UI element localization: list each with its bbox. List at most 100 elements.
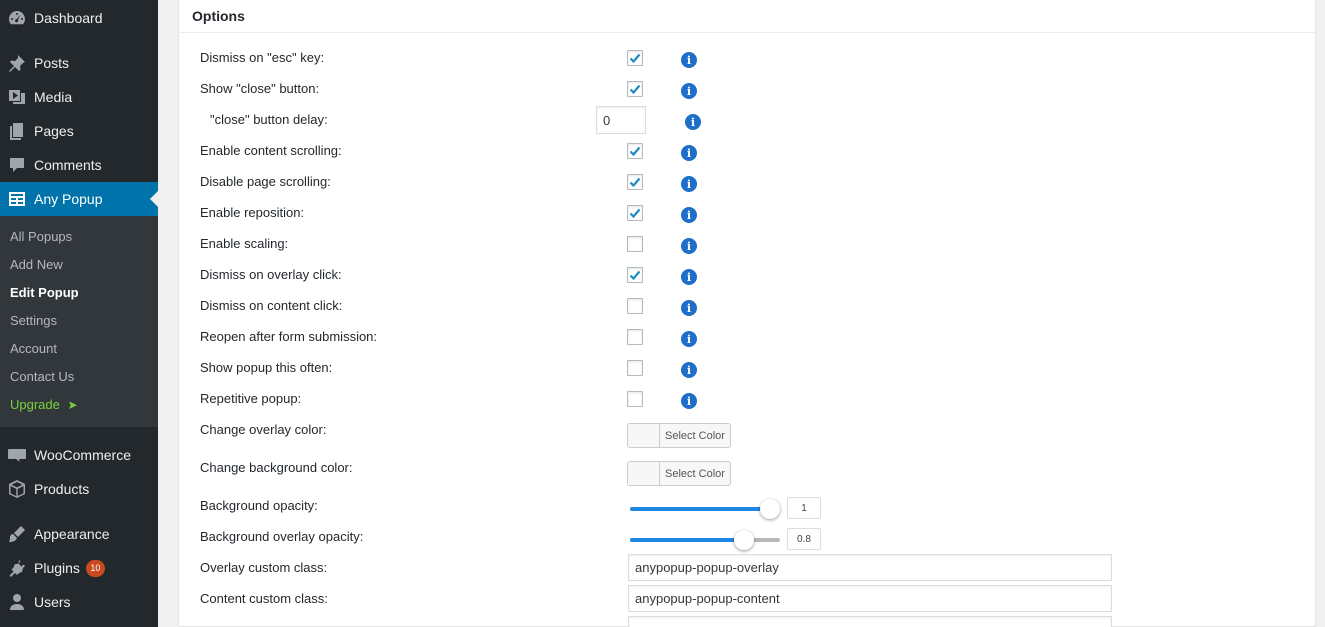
menu-label: WooCommerce — [34, 447, 131, 463]
option-label: Dismiss on "esc" key: — [200, 50, 325, 65]
info-icon[interactable]: i — [685, 114, 701, 130]
info-icon[interactable]: i — [681, 176, 697, 192]
brush-icon — [7, 524, 27, 544]
arrow-right-icon: ➤ — [67, 398, 78, 412]
option-label: Disable page scrolling: — [200, 174, 331, 189]
menu-label: Products — [34, 481, 90, 497]
overlay-color-button[interactable]: Select Color — [627, 423, 731, 448]
checkmark-icon — [629, 146, 641, 157]
overlay-color-label: Change overlay color: — [200, 422, 327, 437]
option-checkbox[interactable] — [627, 391, 643, 407]
menu-media[interactable]: Media — [0, 80, 158, 114]
close-delay-label: "close" button delay: — [210, 112, 328, 127]
pin-icon — [7, 53, 27, 73]
overlay-opacity-slider[interactable] — [630, 530, 780, 550]
option-label: Dismiss on overlay click: — [200, 267, 342, 282]
submenu-contact-us[interactable]: Contact Us — [10, 368, 74, 386]
menu-label: Comments — [34, 157, 102, 173]
option-checkbox[interactable] — [627, 81, 643, 97]
bg-opacity-value[interactable]: 1 — [787, 497, 821, 519]
info-icon[interactable]: i — [681, 331, 697, 347]
select-color-label: Select Color — [665, 429, 725, 442]
option-label: Show "close" button: — [200, 81, 320, 96]
close-delay-input[interactable]: 0 — [596, 106, 646, 134]
table-icon — [7, 189, 27, 209]
info-icon[interactable]: i — [681, 238, 697, 254]
info-icon[interactable]: i — [681, 300, 697, 316]
menu-label: Dashboard — [34, 10, 103, 26]
option-checkbox[interactable] — [627, 329, 643, 345]
content-class-value: anypopup-popup-content — [635, 591, 780, 606]
option-label: Reopen after form submission: — [200, 329, 378, 344]
overlay-class-value: anypopup-popup-overlay — [635, 560, 779, 575]
slider-handle[interactable] — [760, 499, 780, 519]
submenu-settings[interactable]: Settings — [10, 312, 57, 330]
color-swatch — [628, 462, 660, 485]
option-checkbox[interactable] — [627, 174, 643, 190]
option-label: Dismiss on content click: — [200, 298, 343, 313]
checkmark-icon — [629, 270, 641, 281]
info-icon[interactable]: i — [681, 145, 697, 161]
option-checkbox[interactable] — [627, 205, 643, 221]
menu-posts[interactable]: Posts — [0, 46, 158, 80]
info-icon[interactable]: i — [681, 269, 697, 285]
option-checkbox[interactable] — [627, 267, 643, 283]
option-label: Enable reposition: — [200, 205, 305, 220]
overlay-opacity-label: Background overlay opacity: — [200, 529, 364, 544]
submenu-edit-popup[interactable]: Edit Popup — [10, 284, 79, 302]
box-icon — [7, 479, 27, 499]
option-checkbox[interactable] — [627, 50, 643, 66]
bg-opacity-slider[interactable] — [630, 499, 780, 519]
menu-appearance[interactable]: Appearance — [0, 517, 158, 551]
panel-title: Options — [192, 8, 245, 24]
menu-label: Pages — [34, 123, 74, 139]
option-checkbox[interactable] — [627, 360, 643, 376]
menu-plugins[interactable]: Plugins 10 — [0, 551, 158, 585]
menu-label: Media — [34, 89, 73, 105]
info-icon[interactable]: i — [681, 83, 697, 99]
slider-handle[interactable] — [734, 530, 754, 550]
menu-dashboard[interactable]: Dashboard — [0, 1, 158, 35]
info-icon[interactable]: i — [681, 207, 697, 223]
background-color-label: Change background color: — [200, 460, 353, 475]
menu-any-popup[interactable]: Any Popup — [0, 182, 158, 216]
overlay-opacity-value[interactable]: 0.8 — [787, 528, 821, 550]
bg-opacity-label: Background opacity: — [200, 498, 318, 513]
menu-label: Plugins — [34, 560, 80, 576]
menu-woocommerce[interactable]: WooCommerce — [0, 438, 158, 472]
info-icon[interactable]: i — [681, 362, 697, 378]
content-class-label: Content custom class: — [200, 591, 328, 606]
plugin-icon — [7, 558, 27, 578]
submenu-all-popups[interactable]: All Popups — [10, 228, 72, 246]
overlay-class-input[interactable]: anypopup-popup-overlay — [628, 554, 1112, 581]
menu-label: Any Popup — [34, 191, 103, 207]
option-checkbox[interactable] — [627, 298, 643, 314]
content-class-input[interactable]: anypopup-popup-content — [628, 585, 1112, 612]
background-color-button[interactable]: Select Color — [627, 461, 731, 486]
update-count-badge: 10 — [85, 559, 105, 577]
color-swatch — [628, 424, 660, 447]
checkmark-icon — [629, 84, 641, 95]
info-icon[interactable]: i — [681, 52, 697, 68]
options-panel: Options Dismiss on "esc" key: i Show "clos… — [178, 0, 1316, 627]
submenu-upgrade[interactable]: Upgrade ➤ — [10, 396, 78, 414]
slider-fill — [630, 538, 744, 542]
select-color-label: Select Color — [665, 467, 725, 480]
option-checkbox[interactable] — [627, 236, 643, 252]
option-label: Repetitive popup: — [200, 391, 302, 406]
menu-pages[interactable]: Pages — [0, 114, 158, 148]
admin-sidebar: Dashboard Posts Media Pages Comments Any… — [0, 0, 158, 627]
any-popup-submenu: All Popups Add New Edit Popup Settings A… — [0, 216, 158, 427]
submenu-add-new[interactable]: Add New — [10, 256, 63, 274]
menu-comments[interactable]: Comments — [0, 148, 158, 182]
checkmark-icon — [629, 53, 641, 64]
checkmark-icon — [629, 208, 641, 219]
info-icon[interactable]: i — [681, 393, 697, 409]
menu-products[interactable]: Products — [0, 472, 158, 506]
menu-users[interactable]: Users — [0, 585, 158, 619]
option-checkbox[interactable] — [627, 143, 643, 159]
media-icon — [7, 87, 27, 107]
woo-icon — [7, 445, 27, 465]
submenu-account[interactable]: Account — [10, 340, 57, 358]
next-field-input[interactable] — [628, 616, 1112, 627]
